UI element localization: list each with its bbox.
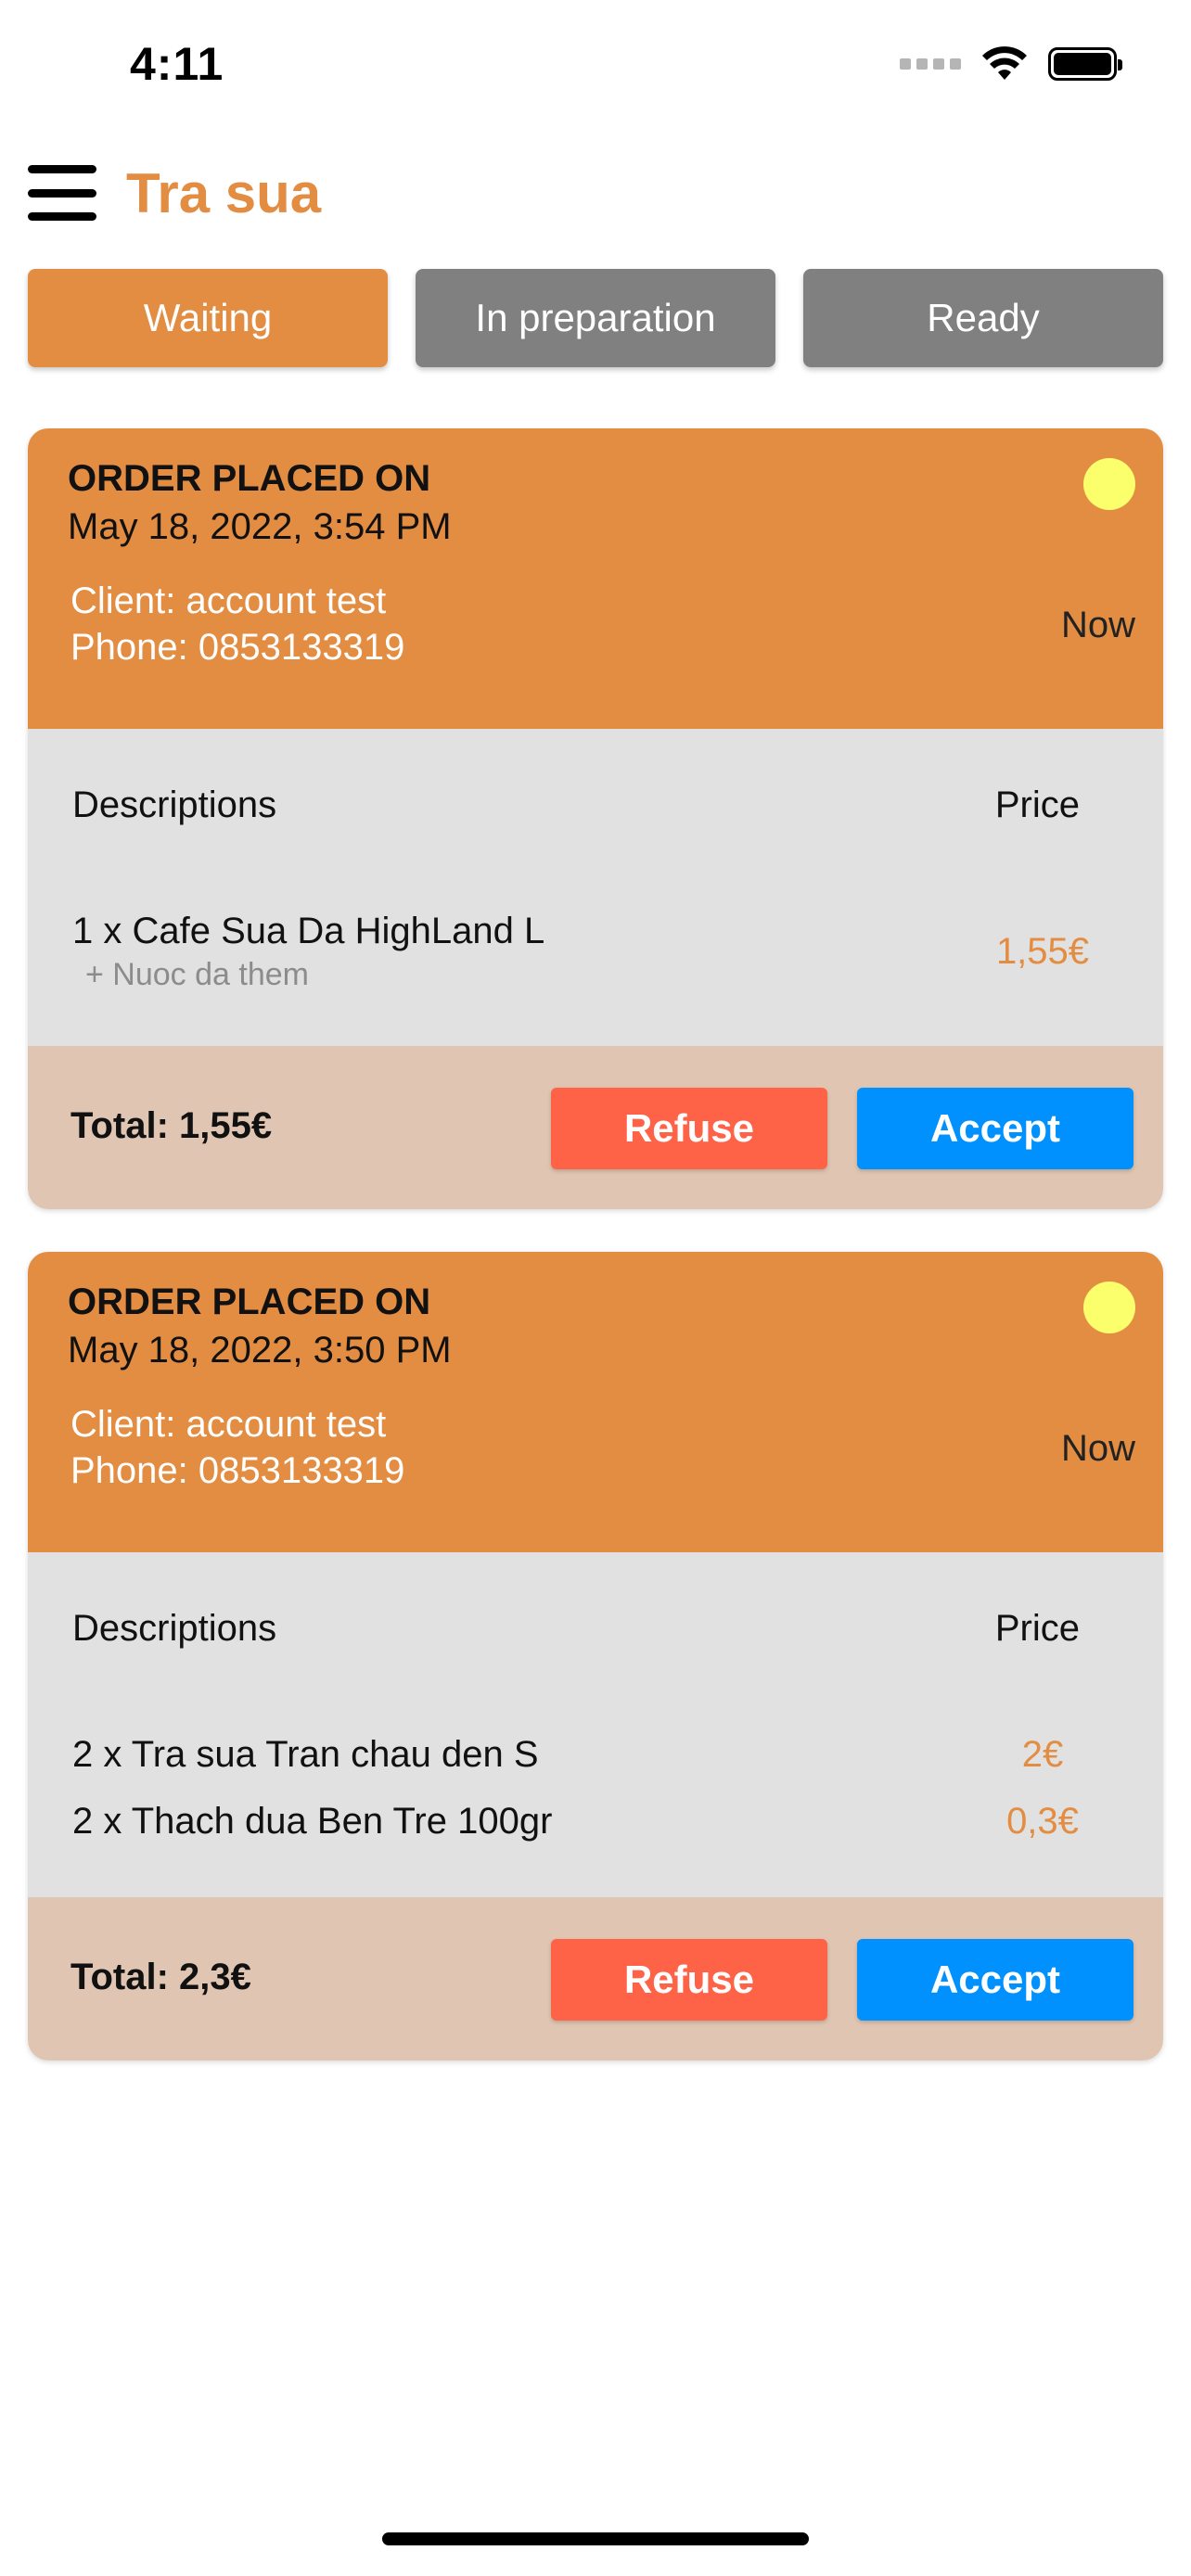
app-header: Tra sua bbox=[0, 148, 1191, 241]
order-items: Descriptions Price 2 x Tra sua Tran chau… bbox=[28, 1552, 1163, 1897]
order-item-option: + Nuoc da them bbox=[85, 957, 309, 992]
order-total: Total: 2,3€ bbox=[70, 1957, 251, 1997]
order-item-name: 2 x Thach dua Ben Tre 100gr bbox=[72, 1801, 553, 1842]
accept-button[interactable]: Accept bbox=[857, 1939, 1133, 2021]
order-card: ORDER PLACED ON May 18, 2022, 3:50 PM Cl… bbox=[28, 1252, 1163, 2060]
status-bar: 4:11 bbox=[0, 0, 1191, 121]
status-dot-icon bbox=[1083, 458, 1135, 510]
client-name: Client: account test bbox=[70, 580, 387, 621]
price-header: Price bbox=[994, 784, 1080, 825]
price-header: Price bbox=[994, 1608, 1080, 1649]
accept-button[interactable]: Accept bbox=[857, 1088, 1133, 1169]
refuse-button[interactable]: Refuse bbox=[551, 1088, 827, 1169]
order-items: Descriptions Price 1 x Cafe Sua Da HighL… bbox=[28, 729, 1163, 1046]
wifi-icon bbox=[982, 46, 1027, 80]
client-phone: Phone: 0853133319 bbox=[70, 627, 405, 668]
order-eta: Now bbox=[1060, 1428, 1135, 1469]
order-placed-label: ORDER PLACED ON bbox=[68, 458, 431, 499]
tab-in-preparation[interactable]: In preparation bbox=[416, 269, 775, 367]
descriptions-header: Descriptions bbox=[72, 784, 277, 825]
order-status-tabs: Waiting In preparation Ready bbox=[28, 269, 1163, 367]
order-footer: Total: 2,3€ Refuse Accept bbox=[28, 1897, 1163, 2060]
order-item-name: 1 x Cafe Sua Da HighLand L bbox=[72, 911, 545, 951]
tab-waiting[interactable]: Waiting bbox=[28, 269, 388, 367]
order-card: ORDER PLACED ON May 18, 2022, 3:54 PM Cl… bbox=[28, 428, 1163, 1209]
status-dot-icon bbox=[1083, 1282, 1135, 1333]
order-item-price: 1,55€ bbox=[995, 931, 1090, 972]
order-item-price: 0,3€ bbox=[1006, 1801, 1079, 1842]
order-item-name: 2 x Tra sua Tran chau den S bbox=[72, 1734, 539, 1775]
order-header: ORDER PLACED ON May 18, 2022, 3:50 PM Cl… bbox=[28, 1252, 1163, 1552]
refuse-button[interactable]: Refuse bbox=[551, 1939, 827, 2021]
order-header: ORDER PLACED ON May 18, 2022, 3:54 PM Cl… bbox=[28, 428, 1163, 729]
battery-icon bbox=[1048, 47, 1122, 81]
tab-ready[interactable]: Ready bbox=[803, 269, 1163, 367]
order-total: Total: 1,55€ bbox=[70, 1105, 273, 1146]
client-phone: Phone: 0853133319 bbox=[70, 1450, 405, 1491]
order-date: May 18, 2022, 3:54 PM bbox=[68, 506, 452, 547]
cellular-signal-icon bbox=[900, 58, 961, 70]
order-placed-label: ORDER PLACED ON bbox=[68, 1282, 431, 1322]
app-screen: 4:11 Tra sua Waiting In preparation Read… bbox=[0, 0, 1191, 2576]
order-list: ORDER PLACED ON May 18, 2022, 3:54 PM Cl… bbox=[28, 428, 1163, 2103]
home-indicator[interactable] bbox=[382, 2532, 809, 2545]
client-name: Client: account test bbox=[70, 1404, 387, 1445]
order-eta: Now bbox=[1060, 605, 1135, 645]
order-date: May 18, 2022, 3:50 PM bbox=[68, 1330, 452, 1371]
hamburger-menu-icon[interactable] bbox=[28, 165, 96, 221]
descriptions-header: Descriptions bbox=[72, 1608, 277, 1649]
status-time: 4:11 bbox=[130, 38, 224, 90]
status-icons bbox=[900, 46, 1122, 82]
order-footer: Total: 1,55€ Refuse Accept bbox=[28, 1046, 1163, 1209]
app-title: Tra sua bbox=[126, 162, 322, 224]
order-item-price: 2€ bbox=[1021, 1734, 1064, 1775]
